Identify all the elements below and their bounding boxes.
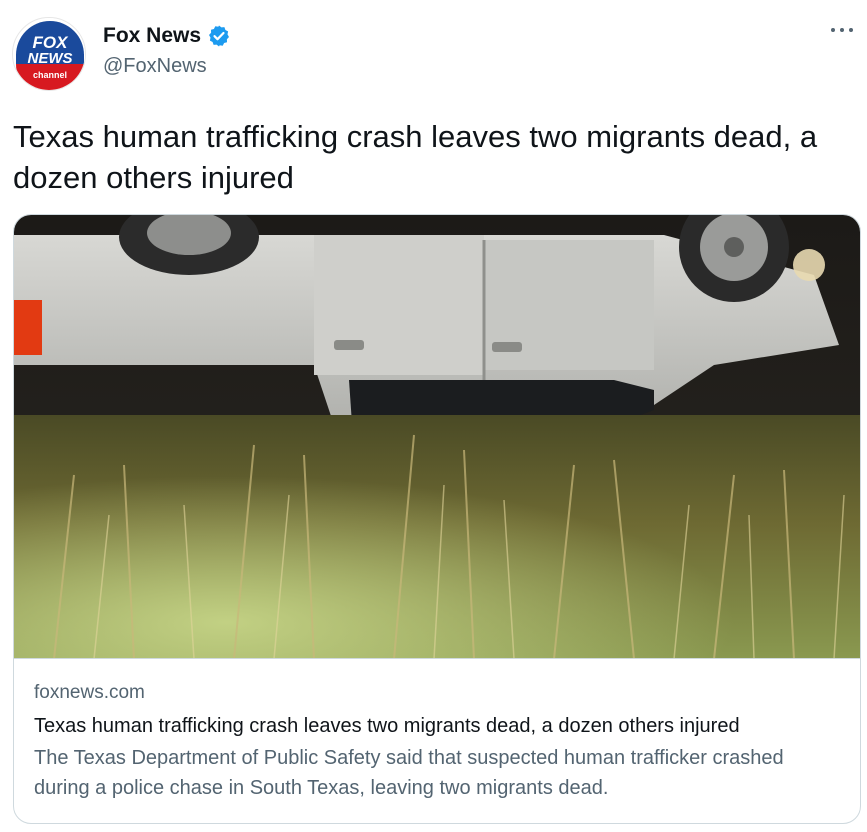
- tweet-text: Texas human trafficking crash leaves two…: [13, 119, 818, 195]
- fox-news-logo: FOX NEWS channel: [13, 18, 85, 90]
- link-card[interactable]: foxnews.com Texas human trafficking cras…: [13, 214, 861, 824]
- card-description: The Texas Department of Public Safety sa…: [34, 747, 784, 799]
- svg-text:NEWS: NEWS: [28, 50, 73, 67]
- card-domain: foxnews.com: [34, 682, 145, 703]
- more-options-icon[interactable]: [827, 20, 857, 40]
- overturned-truck-photo: [14, 215, 860, 658]
- user-handle[interactable]: @FoxNews: [103, 55, 207, 78]
- card-image[interactable]: [14, 215, 860, 659]
- card-body: foxnews.com Texas human trafficking cras…: [14, 659, 860, 823]
- tweet-header: FOX NEWS channel Fox News @FoxNews: [0, 0, 867, 100]
- name-row: Fox News: [103, 24, 231, 48]
- avatar[interactable]: FOX NEWS channel: [12, 17, 86, 91]
- display-name[interactable]: Fox News: [103, 24, 201, 48]
- verified-badge-icon: [207, 24, 231, 48]
- svg-text:channel: channel: [33, 70, 67, 80]
- card-title: Texas human trafficking crash leaves two…: [34, 715, 740, 737]
